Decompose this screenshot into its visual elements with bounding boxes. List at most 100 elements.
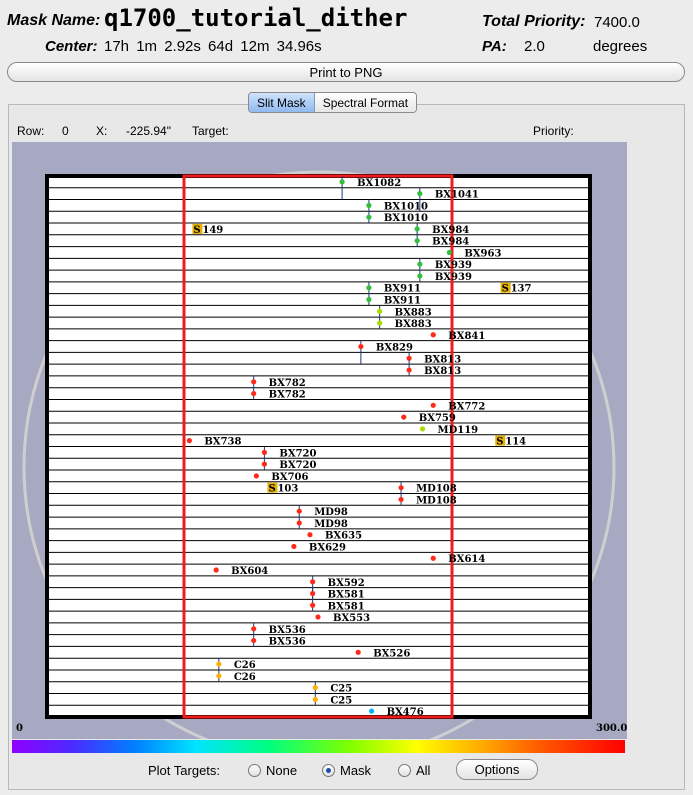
slit-mask-plot[interactable]: BX1082 BX1041 BX1010 BX1010 S 149 BX984 BX984 BX… — [12, 142, 627, 739]
mask-name-label: Mask Name: — [7, 12, 101, 29]
target-label: MD98 — [314, 519, 348, 530]
pa-value: 2.0 — [524, 38, 545, 55]
pa-unit: degrees — [593, 38, 648, 55]
mask-name-value: q1700_tutorial_dither — [104, 4, 408, 32]
target-marker — [406, 355, 412, 361]
target-label: BX581 — [328, 601, 365, 612]
target-marker — [251, 379, 257, 385]
star-box-letter: S — [496, 437, 503, 448]
target-marker — [414, 238, 420, 244]
target-marker — [339, 179, 345, 185]
target-marker — [251, 626, 257, 632]
radio-mask-button[interactable] — [322, 764, 335, 777]
target-marker — [261, 449, 267, 455]
radio-none-label: None — [266, 763, 298, 778]
target-marker — [296, 520, 302, 526]
x-label: X: — [96, 124, 108, 138]
x-axis-max-label: 300.0 — [596, 723, 627, 734]
target-label: BX581 — [328, 590, 365, 601]
total-priority-label: Total Priority: — [482, 13, 586, 30]
target-marker — [377, 320, 383, 326]
print-to-png-button[interactable]: Print to PNG — [7, 62, 685, 82]
target-marker — [186, 438, 192, 444]
target-marker — [310, 579, 316, 585]
target-label: BX720 — [279, 460, 316, 471]
center-value: 17h 1m 2.92s 64d 12m 34.96s — [104, 38, 322, 55]
target-label: C26 — [234, 672, 256, 683]
target-label: BX782 — [269, 390, 306, 401]
slit-mask-canvas[interactable]: BX1082BX1041BX1010BX1010S 149 BX984BX984BX… — [12, 142, 627, 739]
target-label: BX553 — [333, 613, 370, 624]
target-label: BX738 — [204, 437, 241, 448]
plot-targets-label: Plot Targets: — [148, 763, 221, 778]
view-tabs: Slit Mask Spectral Format — [248, 92, 418, 113]
options-button[interactable]: Options — [456, 759, 538, 780]
target-marker — [253, 473, 259, 479]
tab-spectral-format[interactable]: Spectral Format — [314, 93, 417, 112]
target-marker — [251, 637, 257, 644]
target-label: BX911 — [384, 284, 421, 295]
target-marker — [216, 673, 222, 679]
radio-mask-label: Mask — [340, 763, 372, 778]
radio-none-button[interactable] — [248, 764, 261, 777]
target-marker — [261, 461, 267, 467]
target-marker — [366, 296, 372, 303]
target-marker — [417, 191, 423, 197]
target-label: BX706 — [271, 472, 308, 483]
radio-mask[interactable]: Mask — [322, 763, 371, 778]
target-label: 137 — [511, 284, 532, 295]
x-value: -225.94" — [126, 124, 171, 138]
target-marker — [291, 543, 297, 550]
target-label: BX1041 — [435, 190, 479, 201]
target-marker — [312, 684, 318, 691]
radio-all[interactable]: All — [398, 763, 430, 778]
target-marker — [419, 426, 426, 432]
target-label: BX883 — [395, 319, 432, 330]
target-label: BX984 — [432, 225, 469, 236]
target-label: BX963 — [464, 248, 501, 259]
target-label: MD119 — [438, 425, 479, 436]
star-box-letter: S — [268, 484, 275, 495]
target-label: BX939 — [435, 260, 472, 271]
target-label: BX476 — [387, 707, 424, 718]
x-axis-min-label: 0 — [16, 723, 23, 734]
target-marker — [366, 214, 372, 220]
target-label: C25 — [330, 684, 352, 695]
target-marker — [307, 532, 313, 538]
target-label: 114 — [505, 437, 526, 448]
target-label: 103 — [277, 484, 298, 495]
target-label: MD98 — [314, 507, 348, 518]
target-label: BX536 — [269, 637, 306, 648]
target-marker — [417, 261, 423, 267]
target-label: BX841 — [448, 331, 485, 342]
target-label: BX829 — [376, 343, 413, 354]
target-marker — [430, 555, 436, 561]
pa-label: PA: — [482, 38, 507, 55]
target-label: BX720 — [279, 448, 316, 459]
target-marker — [251, 390, 257, 397]
target-marker — [213, 567, 219, 573]
target-marker — [414, 226, 420, 232]
target-label: BX813 — [424, 354, 461, 365]
target-marker — [310, 590, 316, 597]
target-label: BX759 — [419, 413, 456, 424]
target-marker — [406, 367, 412, 373]
target-label: BX1010 — [384, 213, 428, 224]
total-priority-value: 7400.0 — [594, 14, 640, 31]
radio-all-label: All — [416, 763, 431, 778]
radio-none[interactable]: None — [248, 763, 297, 778]
target-marker — [216, 661, 222, 667]
target-marker — [310, 602, 316, 608]
target-label: BX939 — [435, 272, 472, 283]
target-marker — [401, 414, 407, 420]
target-marker — [446, 249, 452, 256]
target-label: 149 — [202, 225, 223, 236]
row-value: 0 — [62, 124, 69, 138]
tab-slit-mask[interactable]: Slit Mask — [249, 93, 315, 112]
target-marker — [358, 343, 364, 350]
target-marker — [315, 614, 321, 620]
radio-all-button[interactable] — [398, 764, 411, 777]
target-label: BX813 — [424, 366, 461, 377]
target-marker — [430, 332, 436, 338]
target-label: C26 — [234, 660, 256, 671]
